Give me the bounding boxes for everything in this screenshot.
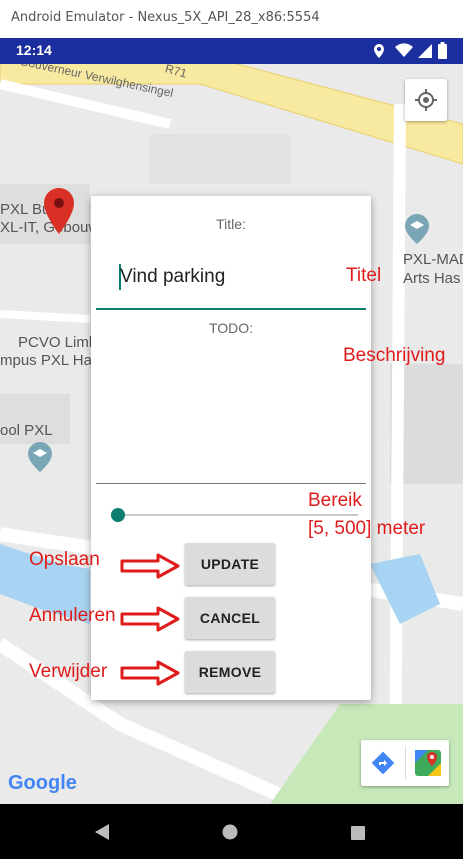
annotation-annuleren: Annuleren	[29, 605, 116, 626]
annotation-titel: Titel	[346, 265, 382, 286]
annotation-opslaan: Opslaan	[29, 549, 100, 570]
google-logo: Google	[8, 772, 77, 794]
school-poi-icon[interactable]	[28, 442, 52, 472]
crosshair-icon	[415, 89, 437, 111]
annotation-beschrijving: Beschrijving	[343, 345, 446, 366]
directions-icon[interactable]	[371, 751, 395, 775]
map-toolbar	[361, 740, 449, 786]
location-status-icon	[374, 44, 384, 58]
map-place-label: PXL-MAD	[403, 251, 463, 268]
status-clock: 12:14	[16, 42, 52, 58]
recents-icon[interactable]	[350, 825, 366, 841]
map-place-label: PCVO Limb	[18, 334, 98, 351]
annotation-arrow-icon	[120, 660, 180, 686]
toolbar-divider	[405, 746, 406, 780]
update-button[interactable]: UPDATE	[185, 543, 275, 585]
todo-description-input[interactable]	[96, 341, 366, 484]
my-location-button[interactable]	[405, 79, 447, 121]
map-marker-icon[interactable]	[44, 188, 74, 234]
home-icon[interactable]	[222, 824, 238, 840]
title-input[interactable]: Vind parking	[96, 248, 366, 310]
window-title-bar: Android Emulator - Nexus_5X_API_28_x86:5…	[0, 0, 463, 39]
battery-status-icon	[438, 42, 447, 59]
todo-label: TODO:	[208, 320, 254, 336]
title-input-value: Vind parking	[120, 266, 226, 287]
wifi-status-icon	[395, 43, 413, 57]
slider-thumb[interactable]	[110, 508, 125, 522]
back-icon[interactable]	[94, 823, 110, 841]
annotation-arrow-icon	[120, 606, 180, 632]
google-maps-icon[interactable]	[414, 749, 442, 777]
map-place-label: ool PXL	[0, 422, 53, 439]
remove-button[interactable]: REMOVE	[185, 651, 275, 693]
annotation-bereik: Bereik	[308, 490, 362, 511]
signal-status-icon	[418, 44, 432, 58]
slider-track	[113, 514, 358, 516]
cancel-button[interactable]: CANCEL	[185, 597, 275, 639]
title-label: Title:	[216, 216, 246, 232]
map-place-label: Arts Has	[403, 270, 461, 287]
window-title: Android Emulator - Nexus_5X_API_28_x86:5…	[11, 10, 320, 25]
annotation-arrow-icon	[120, 553, 180, 579]
navigation-bar	[0, 804, 463, 859]
map-place-label: PXL Bu	[0, 201, 51, 218]
map-place-label: mpus PXL Has	[0, 352, 100, 369]
status-bar: 12:14	[0, 38, 463, 64]
annotation-bereik-range: [5, 500] meter	[308, 518, 426, 539]
school-poi-icon[interactable]	[405, 214, 429, 244]
annotation-verwijder: Verwijder	[29, 661, 108, 682]
